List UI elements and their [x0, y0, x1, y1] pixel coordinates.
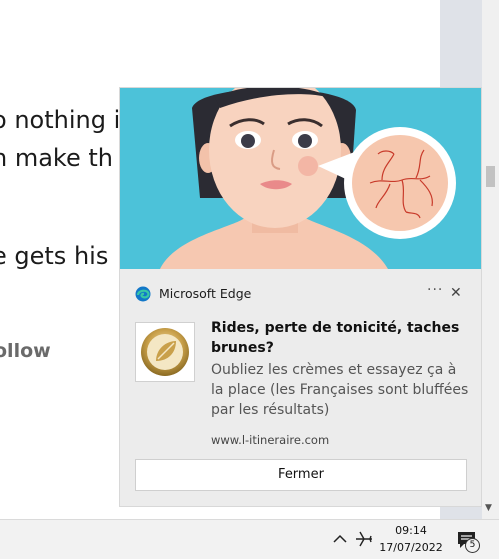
system-clock[interactable]: 09:14 17/07/2022	[378, 522, 444, 556]
notification-text: Oubliez les crèmes et essayez ça à la pl…	[211, 362, 469, 418]
close-notification-button[interactable]: Fermer	[135, 459, 467, 491]
article-text-line: e gets his	[0, 242, 109, 270]
notification-header: Microsoft Edge ··· ✕	[135, 282, 465, 305]
more-options-icon[interactable]: ···	[427, 282, 443, 298]
edge-logo-icon	[135, 286, 151, 302]
article-text-line: o nothing i	[0, 106, 121, 134]
notification-source-url: www.l-itineraire.com	[211, 433, 330, 447]
notification-count-badge: 5	[465, 538, 480, 553]
taskbar: 09:14 17/07/2022 5	[0, 519, 499, 559]
advertiser-logo-thumbnail	[135, 322, 195, 382]
airplane-mode-icon[interactable]	[355, 530, 373, 548]
clock-date: 17/07/2022	[379, 541, 443, 554]
scrollbar-thumb[interactable]	[486, 166, 495, 187]
notification-hero-image	[120, 88, 481, 269]
clock-time: 09:14	[395, 524, 427, 537]
close-icon[interactable]: ✕	[450, 285, 462, 301]
notification-body: Rides, perte de tonicité, taches brunes?…	[211, 318, 473, 447]
notification-title: Rides, perte de tonicité, taches brunes?	[211, 320, 460, 356]
scroll-down-arrow-icon[interactable]: ▼	[485, 503, 492, 513]
app-name: Microsoft Edge	[159, 286, 252, 301]
show-hidden-icons-chevron-icon[interactable]	[331, 530, 349, 548]
edge-notification-toast[interactable]: Microsoft Edge ··· ✕ Rides, perte de ton…	[119, 87, 482, 507]
follow-link[interactable]: ollow	[0, 340, 51, 362]
vertical-scrollbar[interactable]: ▼	[482, 0, 499, 519]
article-text-line: n make th	[0, 144, 113, 172]
